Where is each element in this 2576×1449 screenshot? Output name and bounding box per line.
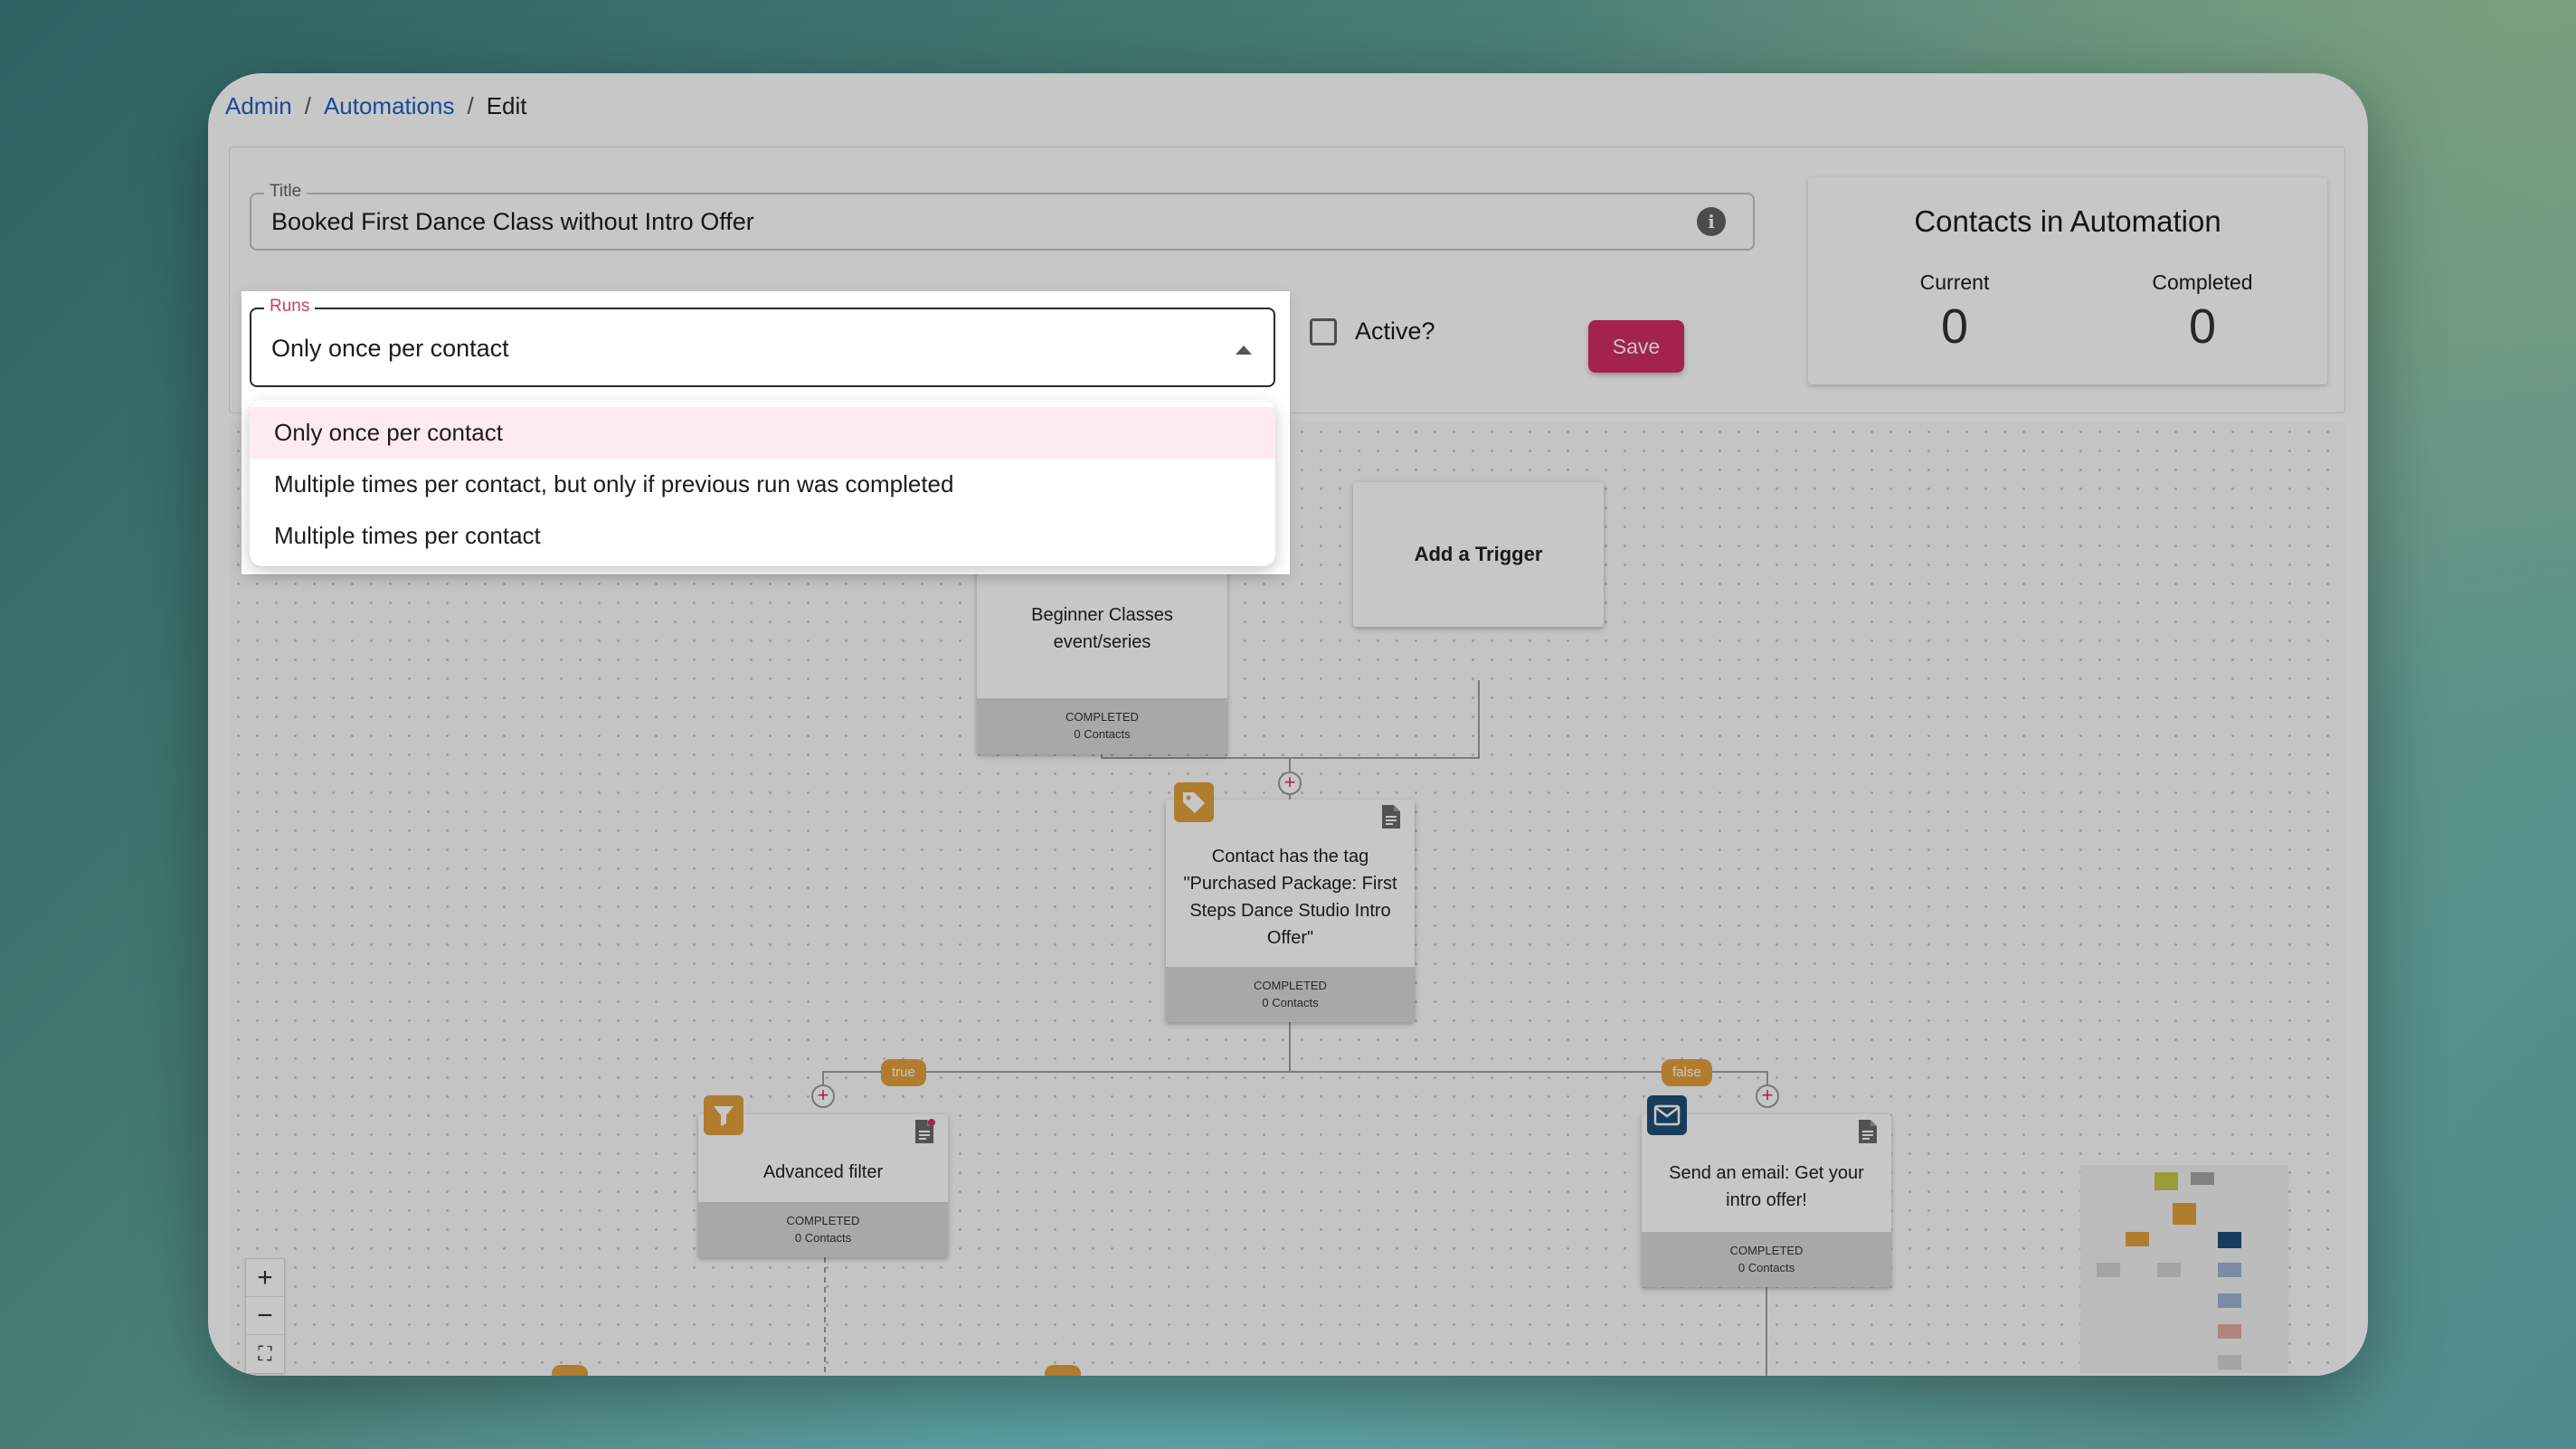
runs-option-multiple[interactable]: Multiple times per contact: [250, 510, 1275, 562]
app-window: Admin / Automations / Edit Title Booked …: [208, 73, 2368, 1376]
runs-select[interactable]: Runs Only once per contact: [250, 297, 1275, 387]
runs-dropdown-menu: Only once per contact Multiple times per…: [250, 400, 1275, 566]
caret-up-icon[interactable]: [1236, 346, 1252, 355]
runs-option-multiple-if-completed[interactable]: Multiple times per contact, but only if …: [250, 459, 1275, 510]
runs-option-once[interactable]: Only once per contact: [250, 407, 1275, 459]
runs-field-label: Runs: [264, 297, 316, 317]
modal-backdrop[interactable]: [208, 73, 2368, 1376]
runs-selected-value: Only once per contact: [271, 335, 509, 362]
